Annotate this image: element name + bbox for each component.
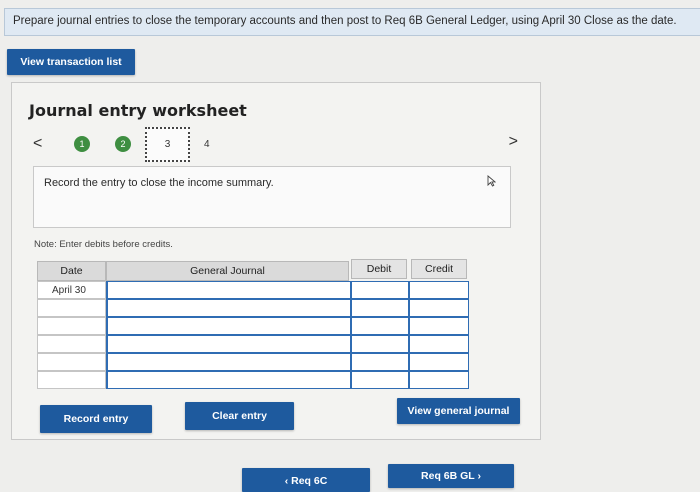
journal-entry-worksheet-panel: Journal entry worksheet < 1 2 3 4 > Reco… — [11, 82, 541, 440]
table-row: April 30 — [37, 281, 469, 299]
debit-input[interactable] — [351, 299, 409, 317]
date-cell — [37, 371, 106, 389]
journal-table: Date General Journal Debit Credit April … — [37, 259, 469, 389]
step-4[interactable]: 4 — [204, 139, 210, 150]
date-cell — [37, 317, 106, 335]
table-row — [37, 353, 469, 371]
table-row — [37, 299, 469, 317]
credit-column-header: Credit — [411, 259, 467, 279]
credit-input[interactable] — [409, 281, 469, 299]
step-3-label: 3 — [164, 139, 171, 150]
credit-input[interactable] — [409, 299, 469, 317]
step-1-complete[interactable]: 1 — [74, 136, 90, 152]
next-step-arrow-icon[interactable]: > — [509, 133, 518, 151]
clear-entry-button[interactable]: Clear entry — [185, 402, 294, 430]
prev-step-arrow-icon[interactable]: < — [33, 135, 42, 153]
general-journal-column-header: General Journal — [106, 261, 349, 281]
credit-input[interactable] — [409, 335, 469, 353]
req-6b-gl-button[interactable]: Req 6B GL › — [388, 464, 514, 488]
instruction-banner: Prepare journal entries to close the tem… — [4, 8, 700, 36]
account-input[interactable] — [106, 353, 351, 371]
req-6c-button[interactable]: ‹ Req 6C — [242, 468, 370, 492]
view-general-journal-button[interactable]: View general journal — [397, 398, 520, 424]
table-row — [37, 371, 469, 389]
debits-note: Note: Enter debits before credits. — [34, 239, 173, 250]
debit-input[interactable] — [351, 317, 409, 335]
account-input[interactable] — [106, 299, 351, 317]
date-cell — [37, 299, 106, 317]
debit-input[interactable] — [351, 371, 409, 389]
mouse-cursor-icon — [487, 175, 497, 190]
record-instruction-text: Record the entry to close the income sum… — [44, 177, 274, 189]
table-row — [37, 317, 469, 335]
account-input[interactable] — [106, 371, 351, 389]
account-input[interactable] — [106, 335, 351, 353]
account-input[interactable] — [106, 317, 351, 335]
step-3-active[interactable]: 3 — [145, 127, 190, 162]
account-input[interactable] — [106, 281, 351, 299]
credit-input[interactable] — [409, 371, 469, 389]
date-column-header: Date — [37, 261, 106, 281]
record-entry-button[interactable]: Record entry — [40, 405, 152, 433]
worksheet-title: Journal entry worksheet — [29, 101, 247, 120]
table-row — [37, 335, 469, 353]
date-cell — [37, 335, 106, 353]
record-instruction-box: Record the entry to close the income sum… — [33, 166, 511, 228]
view-transaction-list-button[interactable]: View transaction list — [7, 49, 135, 75]
debit-input[interactable] — [351, 353, 409, 371]
debit-input[interactable] — [351, 335, 409, 353]
debit-column-header: Debit — [351, 259, 407, 279]
debit-input[interactable] — [351, 281, 409, 299]
credit-input[interactable] — [409, 353, 469, 371]
date-cell — [37, 353, 106, 371]
date-cell: April 30 — [37, 281, 106, 299]
credit-input[interactable] — [409, 317, 469, 335]
step-2-complete[interactable]: 2 — [115, 136, 131, 152]
